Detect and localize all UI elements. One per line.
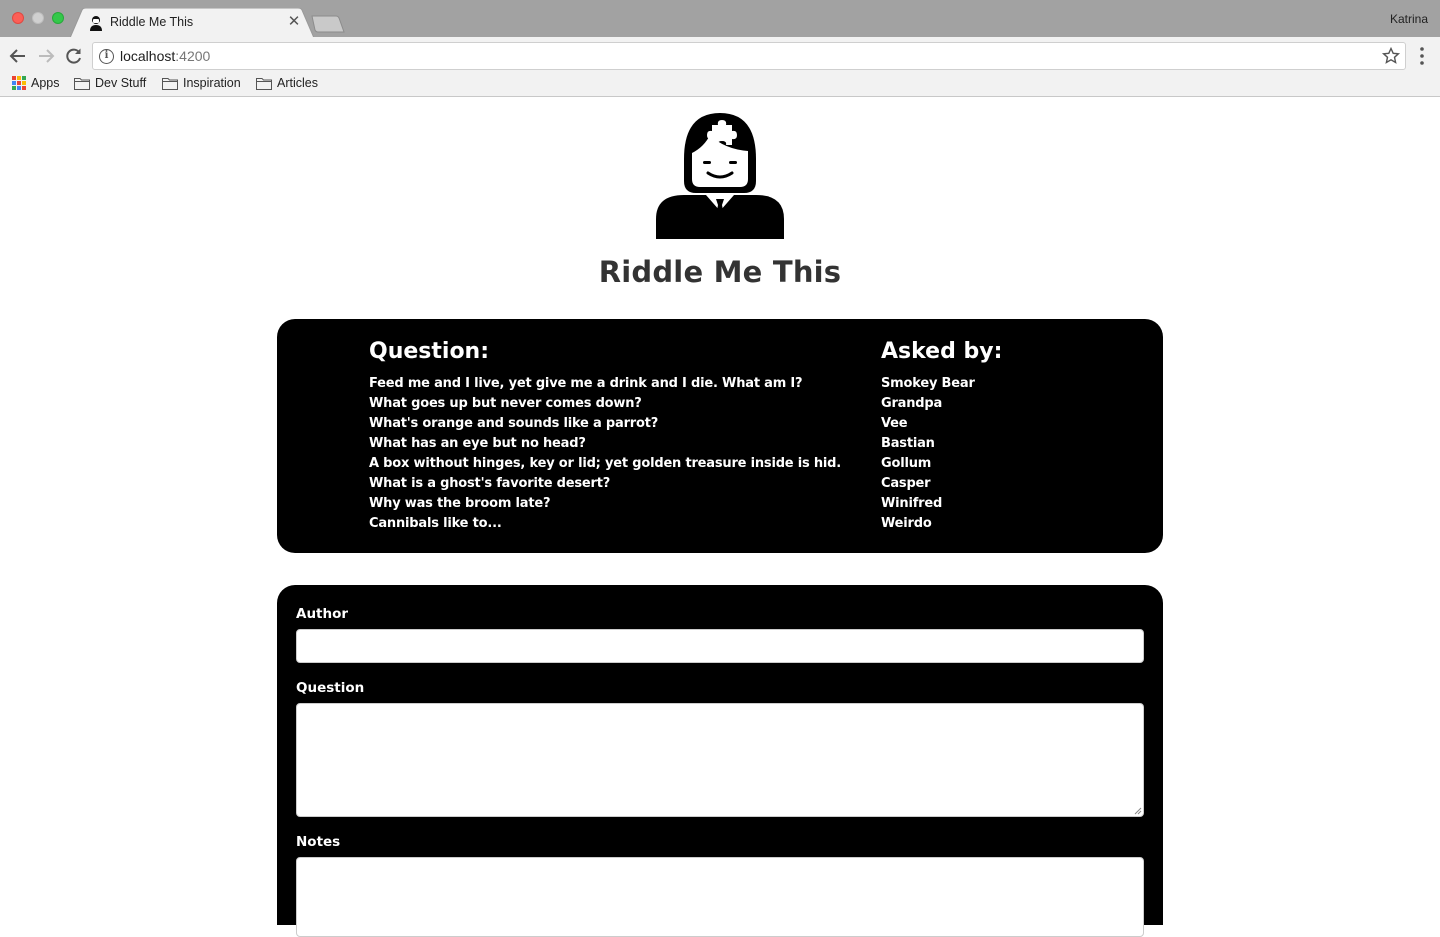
- new-riddle-form: Author Question Notes: [277, 585, 1163, 937]
- question-textarea[interactable]: [296, 703, 1144, 817]
- riddle-question: What has an eye but no head?: [369, 436, 586, 451]
- author-input[interactable]: [296, 629, 1144, 663]
- profile-name[interactable]: Katrina: [1390, 12, 1428, 26]
- author-column-heading: Asked by:: [881, 339, 1003, 364]
- riddle-author: Bastian: [881, 436, 935, 451]
- page-content: Riddle Me This Question: Asked by: Feed …: [0, 97, 1440, 937]
- bookmark-apps[interactable]: Apps: [12, 72, 60, 94]
- bookmark-star-icon[interactable]: [1381, 46, 1401, 66]
- bookmark-dev-stuff[interactable]: Dev Stuff: [74, 72, 146, 94]
- riddle-question: What goes up but never comes down?: [369, 396, 642, 411]
- riddle-question: Feed me and I live, yet give me a drink …: [369, 376, 803, 391]
- maximize-window-button[interactable]: [52, 12, 64, 24]
- riddle-author: Gollum: [881, 456, 932, 471]
- url-text: localhost:4200: [120, 48, 210, 64]
- url-host: localhost: [120, 48, 176, 64]
- forward-arrow-icon[interactable]: [36, 46, 56, 66]
- bookmark-label: Dev Stuff: [95, 76, 147, 90]
- tab-title: Riddle Me This: [110, 15, 194, 29]
- close-window-button[interactable]: [12, 12, 24, 24]
- riddle-question: What's orange and sounds like a parrot?: [369, 416, 659, 431]
- riddle-question: Cannibals like to...: [369, 516, 502, 531]
- riddle-question: A box without hinges, key or lid; yet go…: [369, 456, 842, 471]
- riddle-author: Casper: [881, 476, 931, 491]
- page-title: Riddle Me This: [598, 255, 842, 289]
- riddle-author: Grandpa: [881, 396, 943, 411]
- new-tab-button[interactable]: [310, 15, 346, 33]
- riddle-author: Weirdo: [881, 516, 932, 531]
- folder-icon: [256, 77, 272, 90]
- bookmark-articles[interactable]: Articles: [256, 72, 318, 94]
- back-arrow-icon[interactable]: [8, 46, 28, 66]
- question-label: Question: [296, 680, 365, 696]
- riddle-author: Vee: [881, 416, 908, 431]
- riddle-author: Winifred: [881, 496, 943, 511]
- bookmark-label: Inspiration: [183, 76, 241, 90]
- riddle-question: What is a ghost's favorite desert?: [369, 476, 611, 491]
- url-port: :4200: [175, 48, 211, 64]
- info-icon[interactable]: i: [99, 49, 114, 64]
- notes-label: Notes: [296, 834, 341, 850]
- author-label: Author: [296, 606, 349, 622]
- bookmark-label: Apps: [31, 76, 60, 90]
- question-column-heading: Question:: [369, 339, 490, 364]
- tab-favicon-icon: [90, 16, 102, 31]
- bookmark-inspiration[interactable]: Inspiration: [162, 72, 241, 94]
- riddle-author: Smokey Bear: [881, 376, 975, 391]
- reload-icon[interactable]: [64, 46, 84, 66]
- bookmark-label: Articles: [277, 76, 318, 90]
- apps-grid-icon: [12, 76, 26, 90]
- question-list: Feed me and I live, yet give me a drink …: [369, 374, 841, 534]
- address-bar[interactable]: i localhost:4200: [92, 42, 1406, 70]
- resize-grip-icon[interactable]: [1132, 805, 1142, 815]
- tab-close-icon[interactable]: ✕: [286, 13, 302, 31]
- notes-textarea[interactable]: [296, 857, 1144, 937]
- minimize-window-button[interactable]: [32, 12, 44, 24]
- riddle-question: Why was the broom late?: [369, 496, 551, 511]
- menu-kebab-icon[interactable]: [1412, 45, 1432, 67]
- puzzle-head-man-icon: [656, 113, 784, 239]
- browser-tab-bar: Riddle Me This ✕ Katrina: [0, 0, 1440, 38]
- browser-tab[interactable]: Riddle Me This ✕: [70, 8, 314, 38]
- author-list: Smokey Bear Grandpa Vee Bastian Gollum C…: [881, 374, 975, 534]
- riddle-list-card: Question: Asked by: Feed me and I live, …: [277, 319, 1163, 553]
- folder-icon: [74, 77, 90, 90]
- folder-icon: [162, 77, 178, 90]
